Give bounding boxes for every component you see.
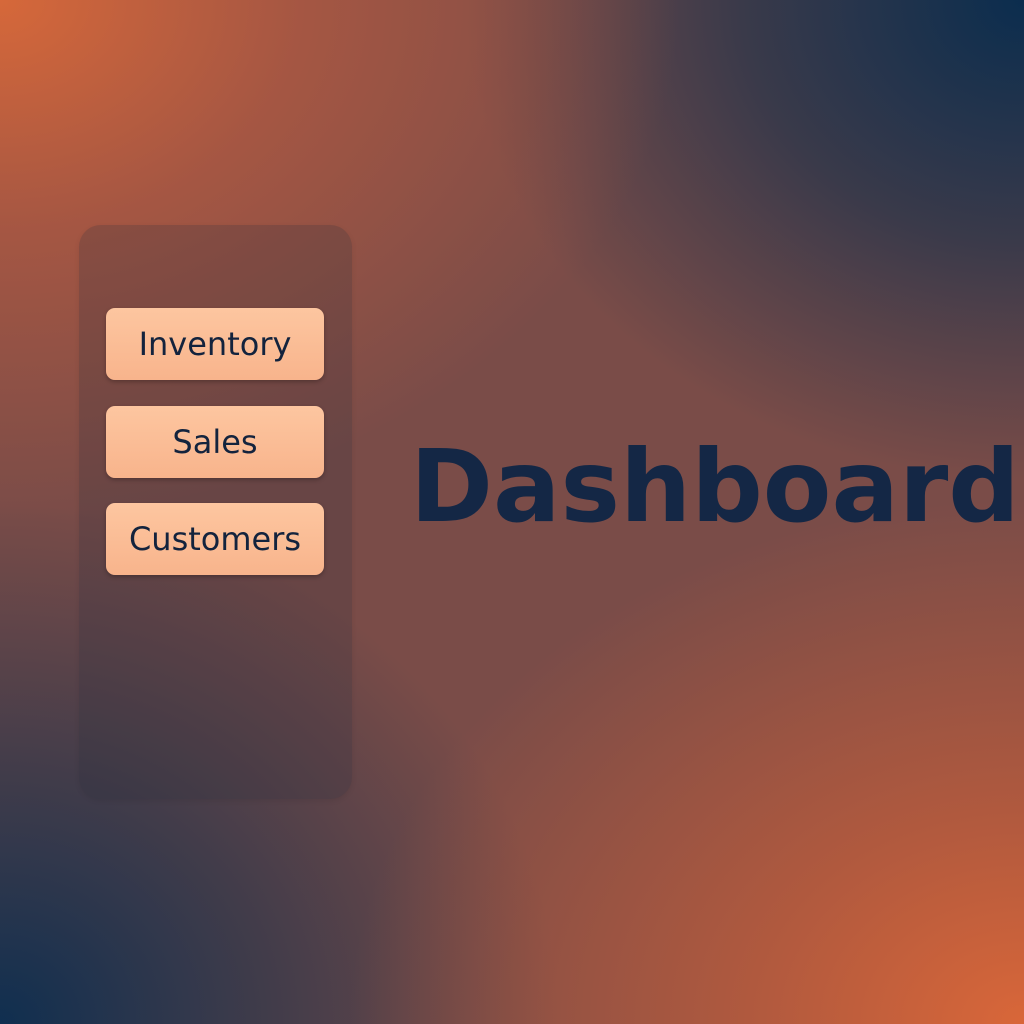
- sidebar-item-label: Customers: [128, 520, 302, 558]
- sidebar-item-label: Inventory: [138, 325, 292, 363]
- sidebar-item-inventory[interactable]: Inventory: [106, 308, 324, 380]
- sidebar-item-sales[interactable]: Sales: [106, 406, 324, 478]
- sidebar-item-label: Sales: [172, 423, 258, 461]
- sidebar-item-customers[interactable]: Customers: [106, 503, 324, 575]
- page-title: Dashboard: [410, 428, 1020, 545]
- sidebar: Inventory Sales Customers: [79, 225, 352, 799]
